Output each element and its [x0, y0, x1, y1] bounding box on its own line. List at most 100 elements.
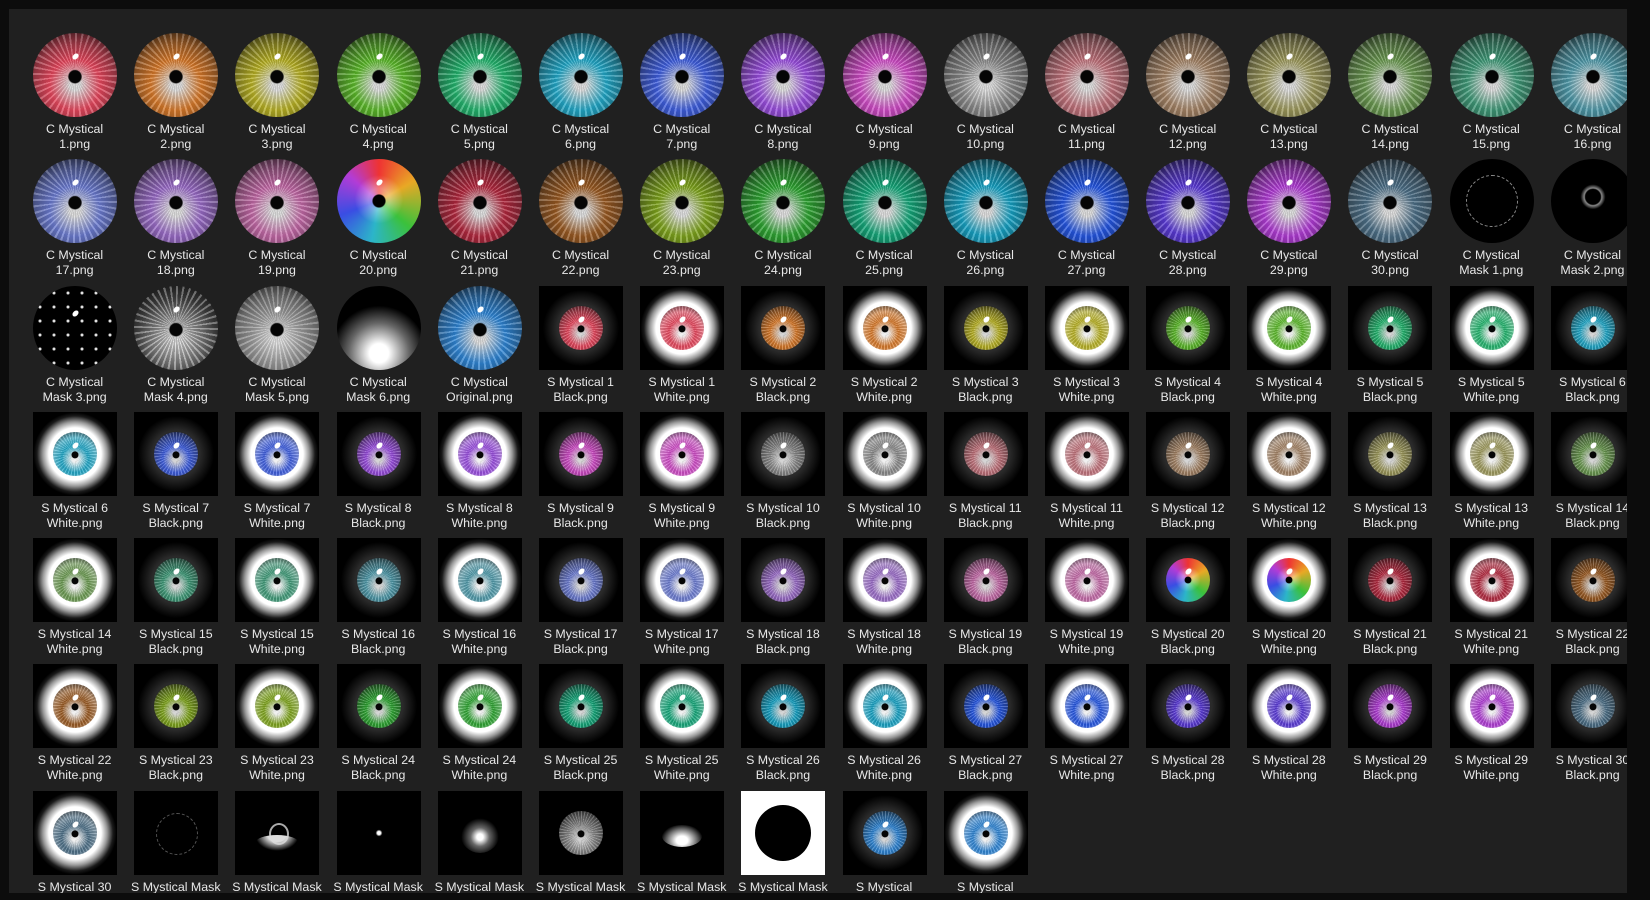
file-tile[interactable]: C Mystical 7.png [631, 25, 732, 151]
file-tile[interactable]: C Mystical 19.png [226, 151, 327, 277]
file-tile[interactable]: S Mystical 4 White.png [1238, 278, 1339, 404]
file-tile[interactable]: S Mystical 24 Black.png [328, 656, 429, 782]
file-tile[interactable]: C Mystical 23.png [631, 151, 732, 277]
file-tile[interactable]: S Mystical 21 Black.png [1339, 530, 1440, 656]
file-tile[interactable]: C Mystical Original.png [429, 278, 530, 404]
file-tile[interactable]: C Mystical Mask 6.png [328, 278, 429, 404]
file-tile[interactable]: S Mystical 25 White.png [631, 656, 732, 782]
file-tile[interactable]: S Mystical 6 Black.png [1542, 278, 1627, 404]
file-tile[interactable]: S Mystical 21 White.png [1441, 530, 1542, 656]
file-tile[interactable]: C Mystical 24.png [732, 151, 833, 277]
file-tile[interactable]: S Mystical Mask [328, 783, 429, 893]
file-tile[interactable]: S Mystical 17 White.png [631, 530, 732, 656]
file-tile[interactable]: S Mystical 17 Black.png [530, 530, 631, 656]
file-tile[interactable]: S Mystical 10 Black.png [732, 404, 833, 530]
file-tile[interactable]: S Mystical 1 Black.png [530, 278, 631, 404]
file-tile[interactable]: C Mystical 11.png [1036, 25, 1137, 151]
file-tile[interactable]: S Mystical Mask [631, 783, 732, 893]
file-tile[interactable]: S Mystical 26 Black.png [732, 656, 833, 782]
file-tile[interactable]: S Mystical 29 White.png [1441, 656, 1542, 782]
file-tile[interactable]: C Mystical 20.png [328, 151, 429, 277]
file-tile[interactable]: S Mystical Mask [226, 783, 327, 893]
file-tile[interactable]: S Mystical 8 White.png [429, 404, 530, 530]
file-tile[interactable]: S Mystical 2 White.png [834, 278, 935, 404]
file-tile[interactable]: S Mystical 28 White.png [1238, 656, 1339, 782]
file-tile[interactable]: S Mystical [834, 783, 935, 893]
file-tile[interactable]: S Mystical [935, 783, 1036, 893]
file-tile[interactable]: C Mystical 6.png [530, 25, 631, 151]
file-tile[interactable]: S Mystical 15 Black.png [125, 530, 226, 656]
file-tile[interactable]: S Mystical 10 White.png [834, 404, 935, 530]
file-tile[interactable]: S Mystical 14 Black.png [1542, 404, 1627, 530]
file-tile[interactable]: S Mystical 30 [24, 783, 125, 893]
file-tile[interactable]: S Mystical 12 Black.png [1137, 404, 1238, 530]
file-tile[interactable]: C Mystical 15.png [1441, 25, 1542, 151]
file-tile[interactable]: S Mystical 6 White.png [24, 404, 125, 530]
file-tile[interactable]: S Mystical 23 White.png [226, 656, 327, 782]
file-tile[interactable]: S Mystical 18 Black.png [732, 530, 833, 656]
file-tile[interactable]: S Mystical 9 White.png [631, 404, 732, 530]
file-tile[interactable]: C Mystical 26.png [935, 151, 1036, 277]
file-tile[interactable]: S Mystical 2 Black.png [732, 278, 833, 404]
file-tile[interactable]: S Mystical 20 White.png [1238, 530, 1339, 656]
file-tile[interactable]: C Mystical Mask 3.png [24, 278, 125, 404]
file-tile[interactable]: C Mystical 22.png [530, 151, 631, 277]
file-tile[interactable]: C Mystical 16.png [1542, 25, 1627, 151]
file-tile[interactable]: S Mystical 7 Black.png [125, 404, 226, 530]
file-tile[interactable]: S Mystical 19 White.png [1036, 530, 1137, 656]
file-tile[interactable]: C Mystical Mask 1.png [1441, 151, 1542, 277]
file-tile[interactable]: C Mystical 2.png [125, 25, 226, 151]
file-tile[interactable]: S Mystical 13 Black.png [1339, 404, 1440, 530]
file-tile[interactable]: C Mystical 10.png [935, 25, 1036, 151]
file-tile[interactable]: S Mystical 5 White.png [1441, 278, 1542, 404]
file-tile[interactable]: S Mystical 9 Black.png [530, 404, 631, 530]
file-tile[interactable]: S Mystical 1 White.png [631, 278, 732, 404]
file-tile[interactable]: S Mystical 12 White.png [1238, 404, 1339, 530]
file-tile[interactable]: S Mystical 4 Black.png [1137, 278, 1238, 404]
file-tile[interactable]: S Mystical 26 White.png [834, 656, 935, 782]
file-tile[interactable]: S Mystical 27 Black.png [935, 656, 1036, 782]
file-tile[interactable]: C Mystical 12.png [1137, 25, 1238, 151]
file-tile[interactable]: S Mystical Mask [429, 783, 530, 893]
file-tile[interactable]: S Mystical 19 Black.png [935, 530, 1036, 656]
file-tile[interactable]: S Mystical 22 White.png [24, 656, 125, 782]
file-tile[interactable]: S Mystical 7 White.png [226, 404, 327, 530]
file-tile[interactable]: S Mystical 18 White.png [834, 530, 935, 656]
file-tile[interactable]: S Mystical Mask [125, 783, 226, 893]
file-tile[interactable]: S Mystical Mask [732, 783, 833, 893]
file-tile[interactable]: C Mystical 9.png [834, 25, 935, 151]
file-tile[interactable]: C Mystical 5.png [429, 25, 530, 151]
file-tile[interactable]: C Mystical 14.png [1339, 25, 1440, 151]
file-tile[interactable]: S Mystical 5 Black.png [1339, 278, 1440, 404]
file-tile[interactable]: C Mystical Mask 2.png [1542, 151, 1627, 277]
file-tile[interactable]: C Mystical Mask 4.png [125, 278, 226, 404]
file-tile[interactable]: C Mystical 13.png [1238, 25, 1339, 151]
file-tile[interactable]: C Mystical 28.png [1137, 151, 1238, 277]
file-tile[interactable]: C Mystical 17.png [24, 151, 125, 277]
file-tile[interactable]: C Mystical 30.png [1339, 151, 1440, 277]
file-tile[interactable]: S Mystical 22 Black.png [1542, 530, 1627, 656]
file-tile[interactable]: S Mystical Mask [530, 783, 631, 893]
file-tile[interactable]: S Mystical 8 Black.png [328, 404, 429, 530]
file-tile[interactable]: C Mystical 27.png [1036, 151, 1137, 277]
file-tile[interactable]: S Mystical 11 White.png [1036, 404, 1137, 530]
file-tile[interactable]: C Mystical 1.png [24, 25, 125, 151]
file-tile[interactable]: S Mystical 11 Black.png [935, 404, 1036, 530]
file-tile[interactable]: S Mystical 30 Black.png [1542, 656, 1627, 782]
file-tile[interactable]: C Mystical 25.png [834, 151, 935, 277]
file-tile[interactable]: S Mystical 15 White.png [226, 530, 327, 656]
file-tile[interactable]: S Mystical 29 Black.png [1339, 656, 1440, 782]
file-tile[interactable]: C Mystical Mask 5.png [226, 278, 327, 404]
file-tile[interactable]: S Mystical 16 Black.png [328, 530, 429, 656]
file-tile[interactable]: C Mystical 8.png [732, 25, 833, 151]
file-tile[interactable]: C Mystical 4.png [328, 25, 429, 151]
file-tile[interactable]: C Mystical 18.png [125, 151, 226, 277]
file-tile[interactable]: S Mystical 25 Black.png [530, 656, 631, 782]
file-tile[interactable]: S Mystical 27 White.png [1036, 656, 1137, 782]
file-tile[interactable]: S Mystical 20 Black.png [1137, 530, 1238, 656]
file-tile[interactable]: C Mystical 21.png [429, 151, 530, 277]
file-tile[interactable]: S Mystical 14 White.png [24, 530, 125, 656]
file-tile[interactable]: S Mystical 3 Black.png [935, 278, 1036, 404]
file-tile[interactable]: S Mystical 3 White.png [1036, 278, 1137, 404]
file-tile[interactable]: S Mystical 24 White.png [429, 656, 530, 782]
